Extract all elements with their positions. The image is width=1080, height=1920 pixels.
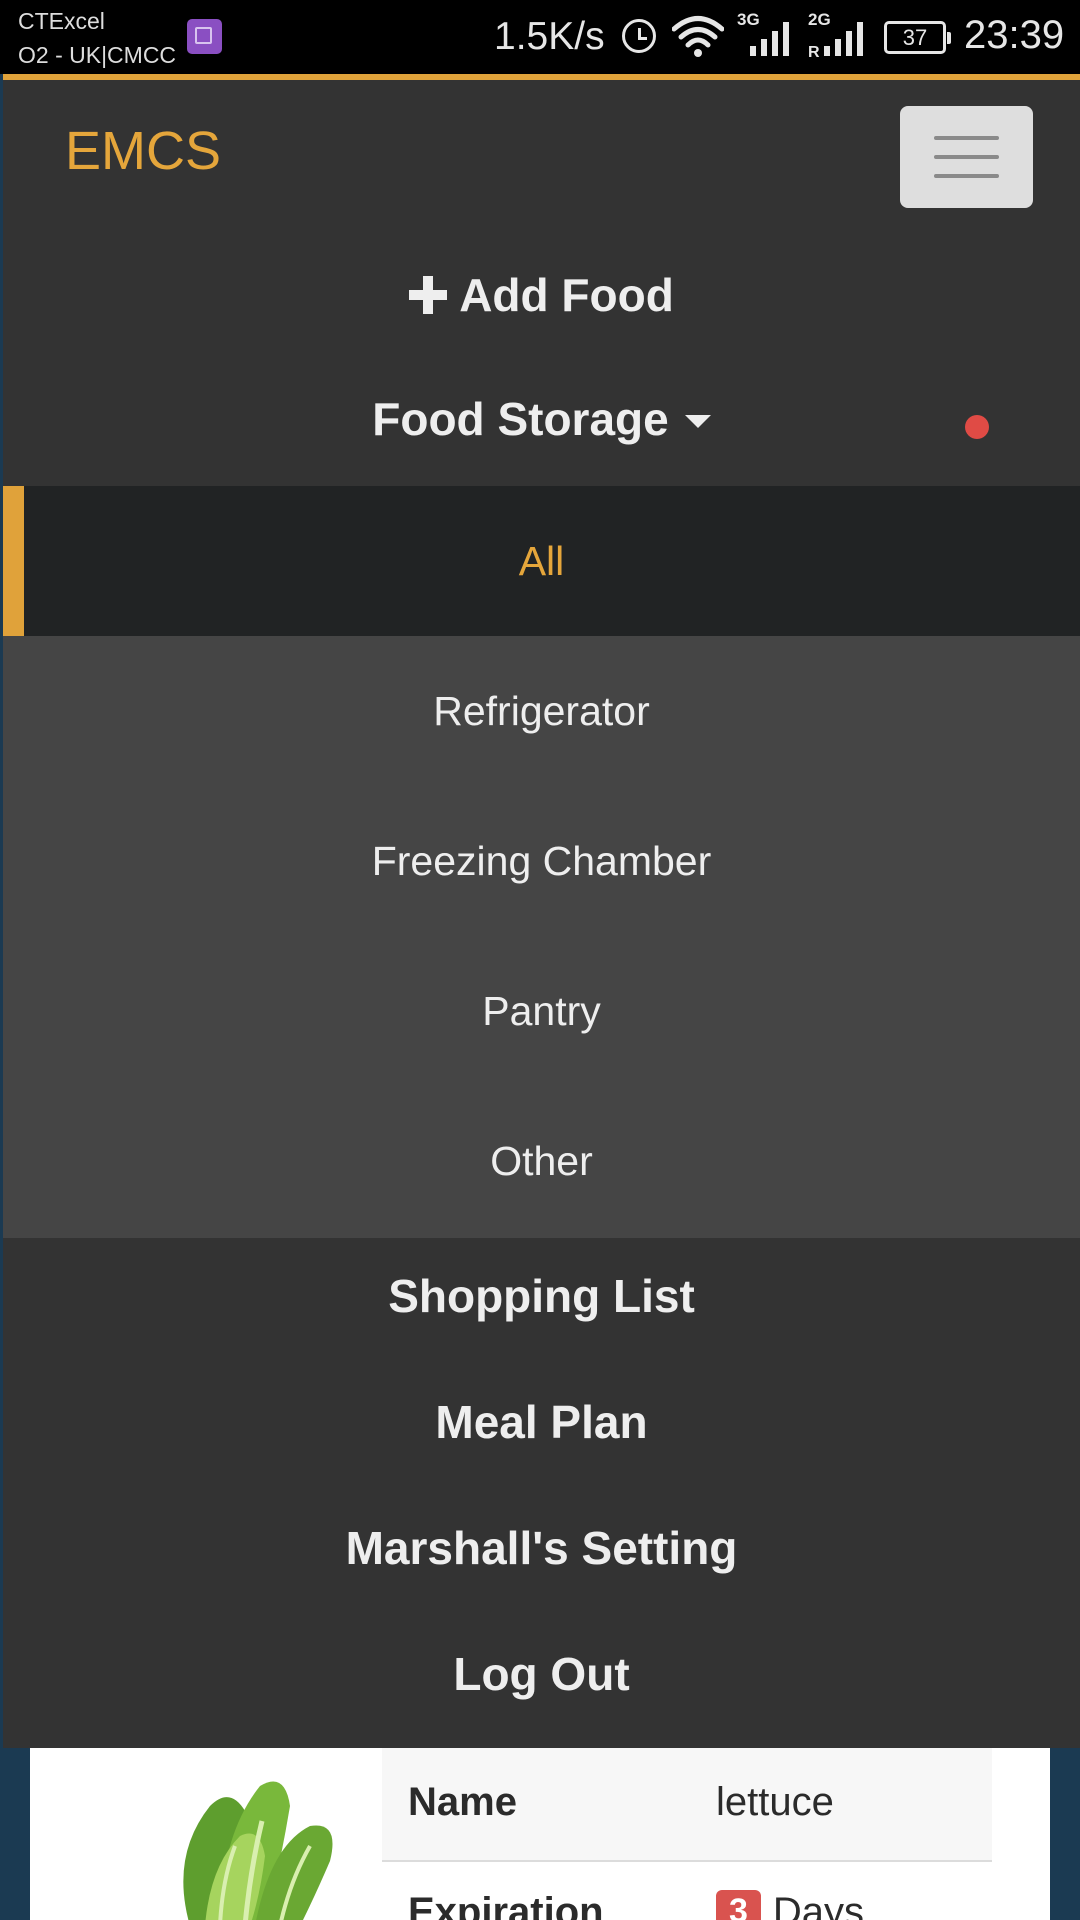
hamburger-icon [934,136,999,140]
battery-icon: 37 [884,21,951,54]
food-card[interactable]: Name lettuce Expiration 3 Days [30,1748,1050,1920]
network-speed: 1.5K/s [494,15,605,58]
alarm-icon [622,19,656,53]
name-value: lettuce [716,1780,834,1824]
signal-strength-icon [750,22,789,56]
carrier-secondary: O2 - UK|CMCC [18,42,177,68]
signal-strength-roaming-icon [824,22,863,56]
table-row: Expiration 3 Days [382,1862,992,1920]
caret-down-icon [684,415,711,428]
gallery-notification-icon [187,19,222,54]
nav-add-food[interactable]: Add Food [3,268,1080,322]
wifi-icon [672,16,724,57]
notification-dot [965,415,989,439]
name-label: Name [408,1780,517,1824]
lettuce-image [183,1781,333,1920]
storage-option-freezing-chamber[interactable]: Freezing Chamber [3,786,1080,936]
storage-option-refrigerator[interactable]: Refrigerator [3,636,1080,786]
expiration-value: 3 Days [716,1890,864,1920]
menu-toggle-button[interactable] [900,106,1033,208]
nav-food-storage-dropdown[interactable]: Food Storage [3,392,1080,446]
days-badge: 3 [716,1890,761,1920]
expiration-label: Expiration [408,1890,604,1920]
nav-menu: Add Food Food Storage All Refrigerator F… [3,232,1080,1748]
food-storage-submenu: All Refrigerator Freezing Chamber Pantry… [3,486,1080,1238]
nav-log-out[interactable]: Log Out [3,1647,1080,1701]
storage-option-pantry[interactable]: Pantry [3,936,1080,1086]
carrier-primary: CTExcel [18,8,105,34]
nav-meal-plan[interactable]: Meal Plan [3,1395,1080,1449]
clock: 23:39 [964,13,1065,57]
days-label: Days [772,1890,865,1920]
nav-add-food-label: Add Food [459,269,674,321]
navbar: EMCS [3,80,1080,232]
status-bar: CTExcel O2 - UK|CMCC 1.5K/s 3G 2G R 37 2… [0,0,1080,74]
brand-logo[interactable]: EMCS [65,120,221,182]
nav-food-storage-label: Food Storage [372,393,669,445]
nav-shopping-list[interactable]: Shopping List [3,1269,1080,1323]
storage-option-other[interactable]: Other [3,1086,1080,1236]
nav-settings[interactable]: Marshall's Setting [3,1521,1080,1575]
table-row: Name lettuce [382,1748,992,1862]
plus-icon [409,276,448,314]
storage-option-all[interactable]: All [3,486,1080,636]
